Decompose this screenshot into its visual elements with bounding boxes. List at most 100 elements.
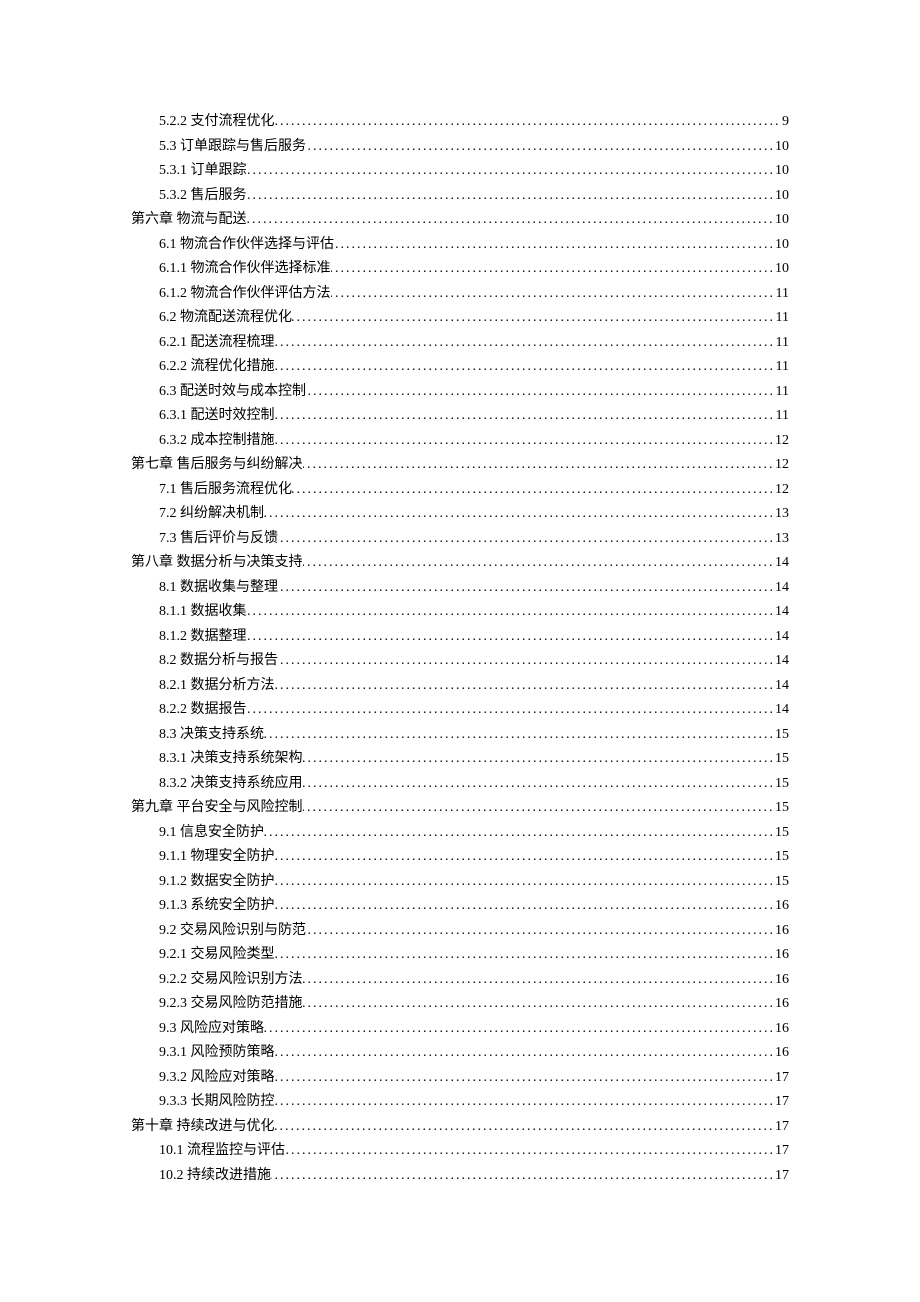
toc-entry[interactable]: ........................................…: [131, 453, 789, 478]
toc-entry[interactable]: ........................................…: [131, 649, 789, 674]
toc-entry-page: 15: [773, 796, 789, 821]
toc-leader-dots: ........................................…: [159, 184, 789, 209]
toc-entry-label: 6.3 配送时效与成本控制: [159, 384, 306, 399]
toc-entry[interactable]: ........................................…: [131, 919, 789, 944]
toc-entry-label: 6.1.1 物流合作伙伴选择标准: [159, 261, 331, 276]
toc-entry[interactable]: ........................................…: [131, 478, 789, 503]
toc-entry[interactable]: ........................................…: [131, 159, 789, 184]
toc-entry-label: 9.2.2 交易风险识别方法: [159, 972, 303, 987]
toc-entry-page: 10: [773, 135, 789, 160]
toc-entry[interactable]: ........................................…: [131, 502, 789, 527]
toc-entry[interactable]: ........................................…: [131, 894, 789, 919]
toc-entry[interactable]: ........................................…: [131, 600, 789, 625]
toc-entry[interactable]: ........................................…: [131, 257, 789, 282]
toc-entry-page: 10: [773, 233, 789, 258]
toc-entry[interactable]: ........................................…: [131, 992, 789, 1017]
toc-entry-label: 9.2.3 交易风险防范措施: [159, 996, 303, 1011]
toc-entry[interactable]: ........................................…: [131, 1041, 789, 1066]
toc-entry[interactable]: ........................................…: [131, 674, 789, 699]
toc-entry[interactable]: ........................................…: [131, 1115, 789, 1140]
toc-entry-label: 9.3.2 风险应对策略: [159, 1070, 275, 1085]
toc-entry-label: 7.2 纠纷解决机制: [159, 506, 264, 521]
toc-entry-label: 5.3 订单跟踪与售后服务: [159, 139, 306, 154]
toc-entry-page: 16: [773, 968, 789, 993]
toc-entry[interactable]: ........................................…: [131, 1017, 789, 1042]
toc-entry[interactable]: ........................................…: [131, 1066, 789, 1091]
toc-entry-label: 9.1.1 物理安全防护: [159, 849, 275, 864]
toc-entry-page: 12: [773, 478, 789, 503]
toc-entry-label: 6.3.2 成本控制措施: [159, 433, 275, 448]
toc-entry[interactable]: ........................................…: [131, 233, 789, 258]
toc-entry[interactable]: ........................................…: [131, 331, 789, 356]
toc-entry-page: 12: [773, 453, 789, 478]
toc-entry[interactable]: ........................................…: [131, 282, 789, 307]
toc-entry-label: 10.1 流程监控与评估: [159, 1143, 285, 1158]
toc-entry[interactable]: ........................................…: [131, 772, 789, 797]
toc-entry[interactable]: ........................................…: [131, 551, 789, 576]
toc-entry-page: 14: [773, 698, 789, 723]
toc-entry[interactable]: ........................................…: [131, 527, 789, 552]
toc-entry[interactable]: ........................................…: [131, 184, 789, 209]
toc-entry-page: 10: [773, 159, 789, 184]
toc-entry-label: 8.3 决策支持系统: [159, 727, 264, 742]
toc-entry-label: 8.2 数据分析与报告: [159, 653, 278, 668]
toc-entry-page: 16: [773, 943, 789, 968]
toc-entry[interactable]: ........................................…: [131, 1139, 789, 1164]
toc-entry[interactable]: ........................................…: [131, 429, 789, 454]
toc-entry[interactable]: ........................................…: [131, 355, 789, 380]
toc-entry[interactable]: ........................................…: [131, 796, 789, 821]
toc-entry-page: 16: [773, 919, 789, 944]
toc-entry[interactable]: ........................................…: [131, 821, 789, 846]
toc-entry-label: 9.1 信息安全防护: [159, 825, 264, 840]
toc-entry-label: 8.2.2 数据报告: [159, 702, 247, 717]
toc-entry-page: 13: [773, 502, 789, 527]
toc-entry[interactable]: ........................................…: [131, 698, 789, 723]
toc-entry-page: 11: [774, 380, 789, 405]
toc-entry[interactable]: ........................................…: [131, 576, 789, 601]
toc-entry[interactable]: ........................................…: [131, 943, 789, 968]
toc-entry-label: 9.3.1 风险预防策略: [159, 1045, 275, 1060]
toc-entry[interactable]: ........................................…: [131, 747, 789, 772]
toc-entry-page: 15: [773, 723, 789, 748]
toc-entry-label: 5.3.2 售后服务: [159, 188, 247, 203]
toc-entry-page: 15: [773, 845, 789, 870]
toc-entry[interactable]: ........................................…: [131, 135, 789, 160]
toc-entry-page: 14: [773, 600, 789, 625]
toc-entry[interactable]: ........................................…: [131, 845, 789, 870]
toc-entry-page: 14: [773, 576, 789, 601]
toc-entry[interactable]: ........................................…: [131, 404, 789, 429]
toc-entry[interactable]: ........................................…: [131, 870, 789, 895]
toc-entry-page: 14: [773, 649, 789, 674]
toc-entry[interactable]: ........................................…: [131, 208, 789, 233]
toc-entry-page: 14: [773, 551, 789, 576]
toc-entry[interactable]: ........................................…: [131, 1164, 789, 1189]
toc-entry-label: 第九章 平台安全与风险控制: [131, 800, 303, 815]
toc-entry-page: 17: [773, 1090, 789, 1115]
toc-entry[interactable]: ........................................…: [131, 110, 789, 135]
toc-entry-label: 9.3 风险应对策略: [159, 1021, 264, 1036]
toc-entry-page: 15: [773, 870, 789, 895]
toc-entry-label: 第八章 数据分析与决策支持: [131, 555, 303, 570]
toc-entry[interactable]: ........................................…: [131, 1090, 789, 1115]
toc-entry-label: 9.2 交易风险识别与防范: [159, 923, 306, 938]
toc-entry-page: 14: [773, 674, 789, 699]
toc-entry-page: 17: [773, 1066, 789, 1091]
toc-entry[interactable]: ........................................…: [131, 380, 789, 405]
toc-leader-dots: ........................................…: [159, 600, 789, 625]
toc-entry[interactable]: ........................................…: [131, 625, 789, 650]
toc-entry[interactable]: ........................................…: [131, 968, 789, 993]
toc-entry[interactable]: ........................................…: [131, 723, 789, 748]
toc-entry-label: 5.3.1 订单跟踪: [159, 163, 247, 178]
toc-entry-page: 12: [773, 429, 789, 454]
toc-entry-label: 9.1.2 数据安全防护: [159, 874, 275, 889]
toc-leader-dots: ........................................…: [159, 625, 789, 650]
toc-entry-page: 14: [773, 625, 789, 650]
toc-entry-page: 16: [773, 1017, 789, 1042]
toc-entry[interactable]: ........................................…: [131, 306, 789, 331]
toc-entry-page: 11: [774, 404, 789, 429]
toc-entry-page: 10: [773, 184, 789, 209]
toc-entry-page: 15: [773, 772, 789, 797]
toc-entry-label: 6.2.1 配送流程梳理: [159, 335, 275, 350]
toc-entry-page: 11: [774, 355, 789, 380]
toc-entry-label: 7.1 售后服务流程优化: [159, 482, 292, 497]
